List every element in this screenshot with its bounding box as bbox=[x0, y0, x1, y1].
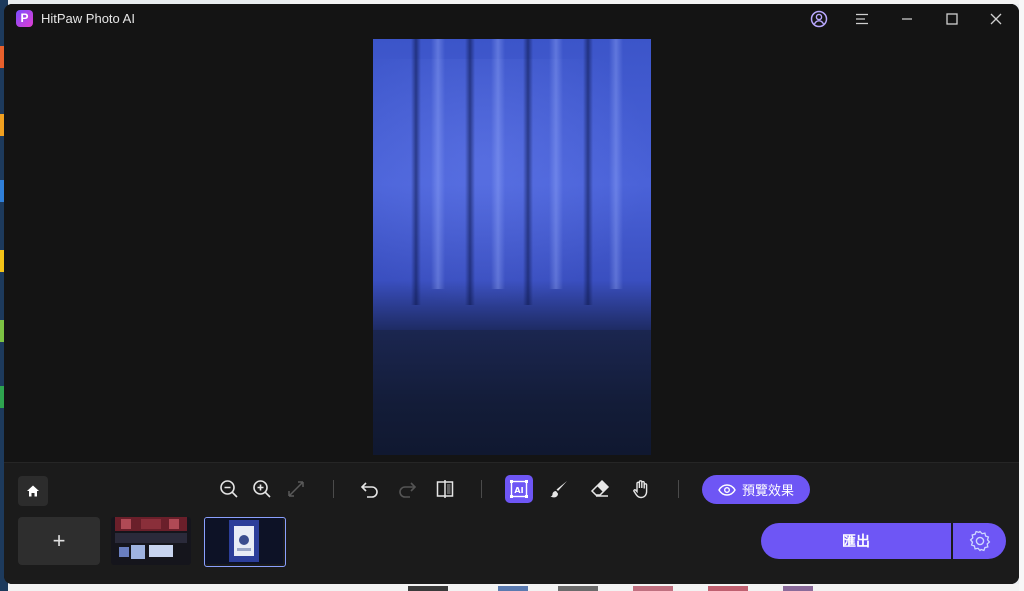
redo-button[interactable] bbox=[393, 475, 421, 503]
svg-text:AI: AI bbox=[514, 486, 523, 495]
undo-button[interactable] bbox=[356, 475, 384, 503]
thumbnail-1[interactable] bbox=[111, 517, 191, 565]
app-title: HitPaw Photo AI bbox=[41, 11, 135, 26]
ai-select-tool[interactable]: AI bbox=[505, 475, 533, 503]
hand-icon bbox=[633, 480, 648, 499]
brush-tool[interactable] bbox=[545, 475, 573, 503]
zoom-in-icon bbox=[253, 480, 271, 498]
toolbar-divider bbox=[481, 480, 482, 498]
photo-preview[interactable] bbox=[373, 39, 651, 455]
compare-button[interactable] bbox=[431, 475, 459, 503]
add-image-button[interactable]: + bbox=[18, 517, 100, 565]
zoom-in-button[interactable] bbox=[248, 475, 276, 503]
zoom-out-button[interactable] bbox=[215, 475, 243, 503]
eye-icon bbox=[718, 483, 736, 496]
photo-curtain-fold bbox=[465, 39, 475, 306]
app-window: P HitPaw Photo AI AI 預覽效果 + 匯出 bbox=[4, 4, 1019, 584]
gear-icon bbox=[969, 530, 990, 552]
home-icon bbox=[27, 485, 39, 497]
eraser-icon bbox=[590, 479, 610, 497]
redo-icon bbox=[399, 482, 417, 498]
compare-split-icon bbox=[436, 480, 454, 498]
zoom-out-icon bbox=[220, 480, 238, 498]
app-logo-icon: P bbox=[16, 10, 33, 27]
minimize-icon[interactable] bbox=[887, 4, 927, 34]
account-icon[interactable] bbox=[799, 4, 839, 34]
preview-effect-label: 預覽效果 bbox=[741, 483, 794, 498]
photo-curtain-highlight bbox=[431, 39, 445, 289]
toolbar-divider bbox=[333, 480, 334, 498]
photo-curtain-highlight bbox=[549, 39, 563, 289]
hand-tool[interactable] bbox=[627, 475, 655, 503]
desktop-edge-bottom bbox=[8, 584, 1019, 591]
eraser-tool[interactable] bbox=[586, 475, 614, 503]
bottom-toolbar: AI 預覽效果 bbox=[4, 462, 1019, 515]
photo-curtain-fold bbox=[411, 39, 421, 306]
export-settings-button[interactable] bbox=[953, 523, 1006, 559]
undo-icon bbox=[360, 482, 378, 498]
photo-curtain-fold bbox=[523, 39, 533, 306]
photo-floor bbox=[373, 330, 651, 455]
home-button[interactable] bbox=[18, 476, 48, 506]
ai-select-icon: AI bbox=[510, 480, 528, 498]
fit-screen-button[interactable] bbox=[282, 475, 310, 503]
thumbnail-2[interactable] bbox=[204, 517, 286, 567]
fit-screen-icon bbox=[288, 481, 304, 497]
toolbar-divider bbox=[678, 480, 679, 498]
maximize-icon[interactable] bbox=[932, 4, 972, 34]
preview-effect-button[interactable]: 預覽效果 bbox=[702, 475, 810, 504]
photo-curtain-fold bbox=[583, 39, 593, 306]
title-bar: P HitPaw Photo AI bbox=[4, 4, 1019, 34]
filmstrip: + 匯出 bbox=[4, 514, 1019, 584]
close-icon[interactable] bbox=[976, 4, 1016, 34]
export-button[interactable]: 匯出 bbox=[761, 523, 951, 559]
desktop-edge-right bbox=[1019, 0, 1024, 591]
photo-curtain-highlight bbox=[609, 39, 623, 289]
menu-icon[interactable] bbox=[842, 4, 882, 34]
editor-canvas[interactable] bbox=[4, 34, 1019, 462]
brush-icon bbox=[550, 481, 567, 498]
photo-curtain-highlight bbox=[491, 39, 505, 289]
